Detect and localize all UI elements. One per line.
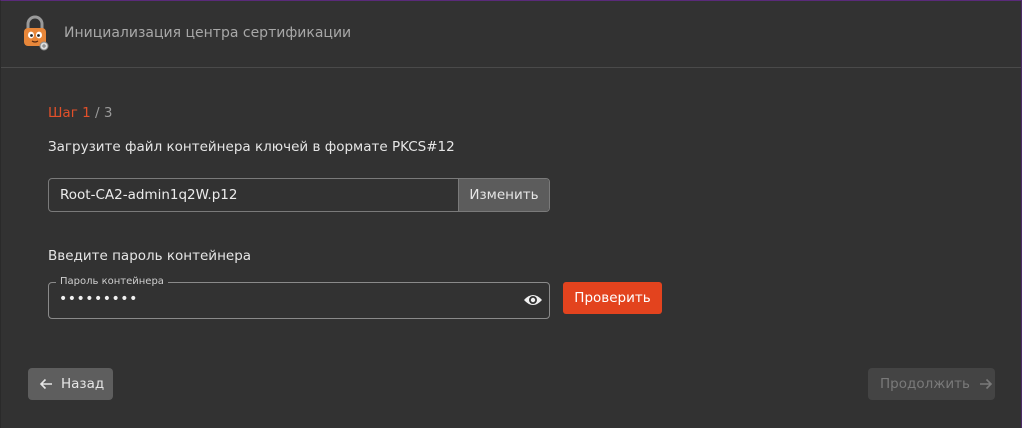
app-title: Инициализация центра сертификации: [64, 25, 352, 41]
check-button[interactable]: Проверить: [563, 282, 662, 314]
continue-button[interactable]: Продолжить: [868, 368, 995, 400]
step-indicator: Шаг 1 / 3: [48, 105, 112, 121]
password-input[interactable]: Пароль контейнера •••••••••: [48, 275, 550, 319]
back-button[interactable]: Назад: [28, 368, 113, 400]
lock-mascot-icon: [24, 15, 49, 51]
password-field-label: Пароль контейнера: [56, 275, 168, 288]
arrow-left-icon: [39, 378, 52, 390]
file-name: Root-CA2-admin1q2W.p12: [60, 187, 238, 203]
back-button-label: Назад: [61, 376, 105, 392]
step-total: / 3: [90, 105, 113, 121]
file-section-label: Загрузите файл контейнера ключей в форма…: [48, 139, 455, 155]
continue-button-label: Продолжить: [880, 376, 970, 392]
header: Инициализация центра сертификации: [1, 1, 1021, 68]
file-field: Root-CA2-admin1q2W.p12 Изменить: [48, 178, 550, 212]
step-current: Шаг 1: [48, 105, 91, 121]
change-file-button[interactable]: Изменить: [458, 179, 549, 211]
eye-icon[interactable]: [523, 292, 543, 308]
arrow-right-icon: [979, 378, 993, 390]
password-value: •••••••••: [59, 291, 138, 307]
app-window: Инициализация центра сертификации Шаг 1 …: [0, 0, 1022, 428]
password-section-label: Введите пароль контейнера: [48, 248, 252, 264]
